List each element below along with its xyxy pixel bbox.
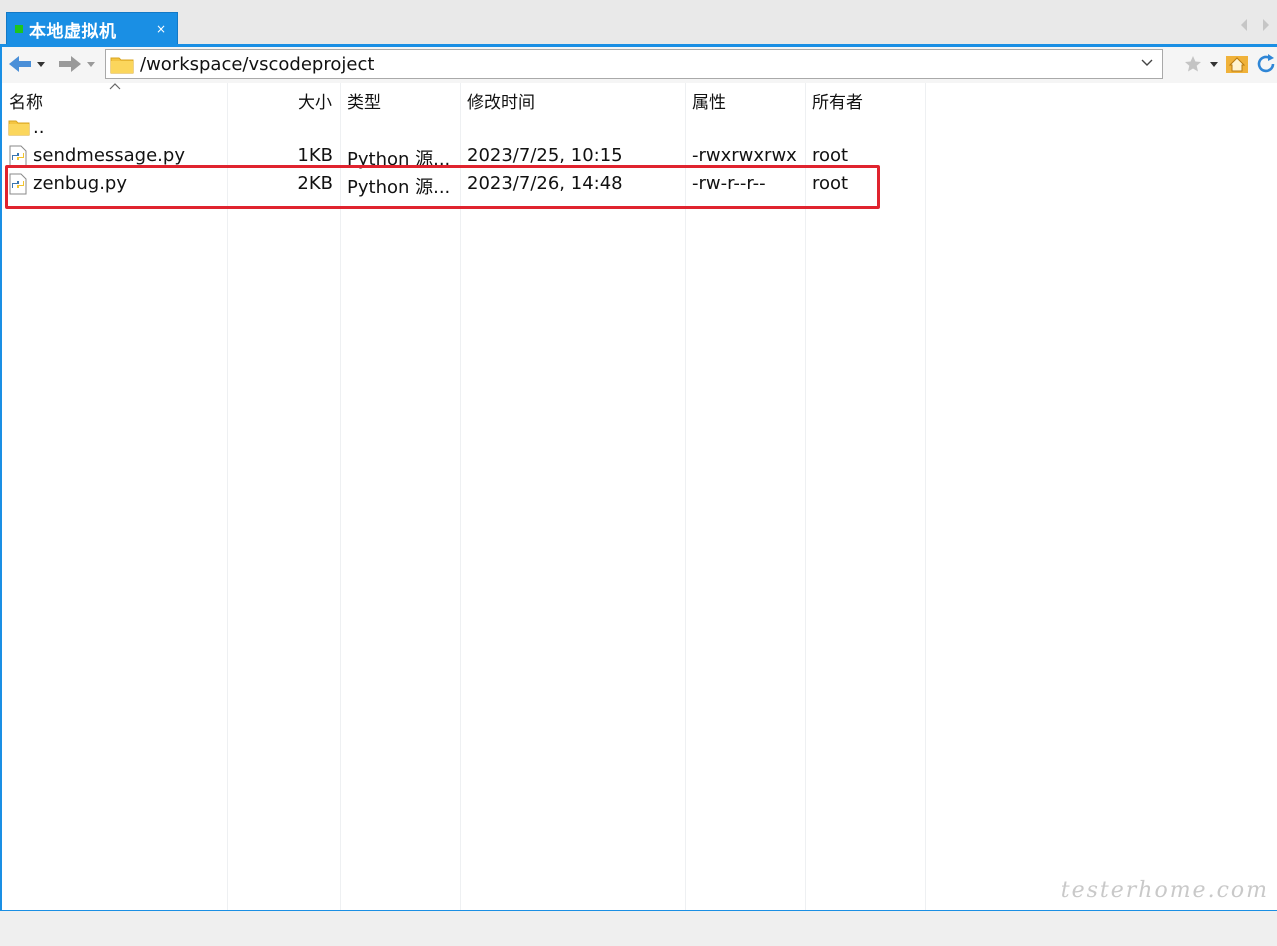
tab-close-icon[interactable]: × — [156, 22, 166, 36]
column-header-name[interactable]: 名称 — [9, 88, 43, 113]
path-input[interactable]: /workspace/vscodeproject — [105, 49, 1163, 79]
forward-history-dropdown-icon[interactable] — [86, 60, 96, 68]
file-owner: root — [812, 145, 849, 166]
python-file-icon — [9, 145, 27, 167]
file-size: 1KB — [297, 145, 333, 166]
session-tab[interactable]: 本地虚拟机 × — [6, 12, 178, 45]
column-header-size[interactable]: 大小 — [298, 88, 332, 113]
column-header-row: 名称 大小 类型 修改时间 属性 所有者 — [2, 83, 1277, 113]
tab-scroll-right-icon[interactable] — [1261, 18, 1271, 32]
session-tab-title: 本地虚拟机 — [29, 21, 117, 42]
refresh-icon[interactable] — [1255, 53, 1277, 75]
session-status-dot — [15, 25, 23, 33]
bookmark-star-icon[interactable] — [1183, 54, 1203, 74]
chevron-down-icon[interactable] — [1140, 57, 1154, 69]
file-modified: 2023/7/25, 10:15 — [467, 145, 623, 166]
bookmark-dropdown-icon[interactable] — [1209, 60, 1219, 68]
address-toolbar: /workspace/vscodeproject — [2, 47, 1277, 83]
home-folder-icon[interactable] — [1225, 53, 1249, 75]
back-button[interactable] — [8, 53, 46, 75]
highlight-box — [5, 165, 880, 209]
column-divider — [925, 83, 926, 910]
status-bar — [0, 910, 1277, 946]
column-header-modified[interactable]: 修改时间 — [467, 88, 535, 113]
forward-arrow-icon — [59, 56, 81, 72]
tab-scroll-arrows — [1239, 18, 1271, 32]
file-name: sendmessage.py — [33, 145, 185, 166]
column-header-owner[interactable]: 所有者 — [812, 88, 863, 113]
forward-button[interactable] — [58, 53, 96, 75]
toolbar-right-actions — [1183, 53, 1277, 75]
folder-icon — [110, 57, 134, 74]
column-header-attributes[interactable]: 属性 — [692, 88, 726, 113]
column-header-type[interactable]: 类型 — [347, 88, 381, 113]
watermark: testerhome.com — [1060, 878, 1269, 903]
file-row-parent[interactable]: .. — [2, 114, 932, 142]
folder-icon — [8, 120, 30, 136]
tab-bar: 本地虚拟机 × — [0, 0, 1277, 45]
back-arrow-icon — [9, 56, 31, 72]
sort-ascending-icon — [109, 83, 121, 90]
file-attributes: -rwxrwxrwx — [692, 145, 797, 166]
tab-scroll-left-icon[interactable] — [1239, 18, 1249, 32]
path-text: /workspace/vscodeproject — [140, 53, 375, 75]
back-history-dropdown-icon[interactable] — [36, 60, 46, 68]
file-name: .. — [33, 117, 45, 138]
